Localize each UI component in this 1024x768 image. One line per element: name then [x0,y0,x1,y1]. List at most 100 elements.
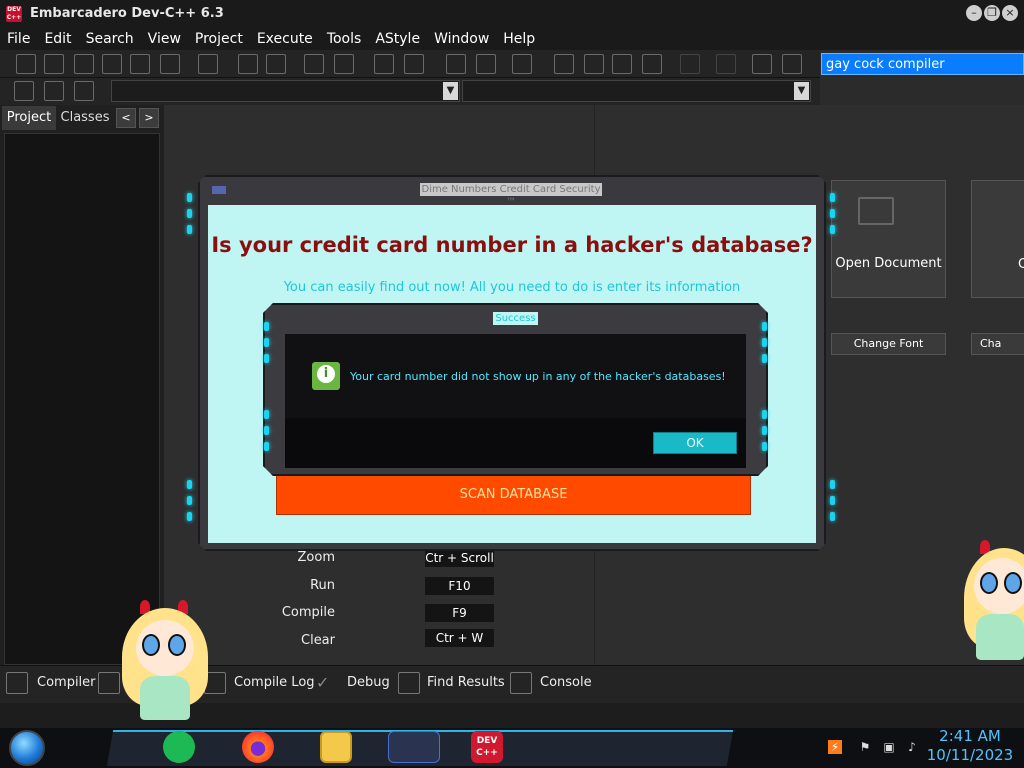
tab-find-results[interactable]: Find Results [427,675,505,690]
file-explorer-icon[interactable] [320,731,352,763]
shortcut-label-compile: Compile [281,605,335,620]
tab-classes[interactable]: Classes [57,106,113,130]
debug-check-icon: ✓ [316,673,330,692]
spotify-icon[interactable] [163,731,195,763]
menu-file[interactable]: File [0,31,37,47]
cartoon-character-right [960,538,1024,663]
menu-execute[interactable]: Execute [250,31,320,47]
close-file-icon[interactable] [130,54,150,74]
info-icon-glyph: i [317,365,335,383]
compiler-icon [6,672,28,694]
start-button-icon[interactable] [9,730,45,766]
find-results-icon [398,672,420,694]
window-title: Embarcadero Dev-C++ 6.3 [30,6,224,21]
print-icon[interactable] [198,54,218,74]
success-dialog-title: Success [493,312,538,325]
shortcut-label-zoom: Zoom [297,550,335,565]
menu-tools[interactable]: Tools [320,31,369,47]
chart-icon[interactable] [752,54,772,74]
tab-compile-log[interactable]: Compile Log [234,675,315,690]
outer-dialog-title: Dime Numbers Credit Card Security ™ [420,183,602,208]
project-tree[interactable] [4,133,160,665]
flag-icon[interactable]: ⚑ [858,740,872,754]
tab-prev-button[interactable]: < [116,108,136,128]
second-tile-label: C [1018,257,1024,272]
console-icon [510,672,532,694]
class-combo[interactable]: ▼ [111,80,460,102]
devcpp-taskbar-icon[interactable]: DEV C++ [471,731,503,763]
menu-help[interactable]: Help [496,31,542,47]
tab-console[interactable]: Console [540,675,592,690]
check-icon[interactable] [680,54,700,74]
menu-project[interactable]: Project [188,31,250,47]
open-document-label: Open Document [835,256,942,271]
search-input[interactable] [821,53,1024,75]
volume-icon[interactable]: ♪ [905,740,919,754]
tab-compiler[interactable]: Compiler [37,675,96,690]
shortcut-key-zoom: Ctr + Scroll [425,549,494,567]
clock-date[interactable]: 10/11/2023 [925,746,1015,764]
grid-icon[interactable] [554,54,574,74]
shortcut-key-run: F10 [425,577,494,595]
undo-icon[interactable] [374,54,394,74]
minimize-icon[interactable]: – [966,5,982,21]
menu-view[interactable]: View [141,31,188,47]
comment-icon[interactable] [512,54,532,74]
update-icon[interactable]: ⚡ [828,740,842,754]
indent-icon[interactable] [304,54,324,74]
unindent-icon[interactable] [334,54,354,74]
shortcut-label-run: Run [310,578,335,593]
window-icon[interactable] [584,54,604,74]
layout-icon[interactable] [612,54,632,74]
redo-icon[interactable] [404,54,424,74]
goto-icon[interactable] [446,54,466,74]
devcpp-app-icon: DEV C++ [6,5,22,22]
second-small-button[interactable]: Cha [971,333,1024,355]
close-all-icon[interactable] [160,54,180,74]
stop-icon[interactable] [716,54,736,74]
tiles-icon[interactable] [642,54,662,74]
close-icon[interactable]: × [1002,5,1018,21]
project-icon[interactable] [14,81,34,101]
scan-database-button[interactable]: SCAN DATABASE [276,472,751,515]
menu-window[interactable]: Window [427,31,496,47]
bookmark-toggle-icon[interactable] [44,81,64,101]
bookmarks-list-icon[interactable] [74,81,94,101]
dialog-app-icon [212,186,226,194]
folder-icon [858,197,894,225]
dialog-headline: Is your credit card number in a hacker's… [211,233,813,257]
menu-astyle[interactable]: AStyle [368,31,427,47]
dialog-subtext: You can easily find out now! All you nee… [283,280,741,295]
save-icon[interactable] [74,54,94,74]
member-combo[interactable]: ▼ [462,80,811,102]
menu-edit[interactable]: Edit [37,31,78,47]
tab-next-button[interactable]: > [139,108,159,128]
cartoon-character-left [110,598,220,723]
new-file-icon[interactable] [16,54,36,74]
replace-icon[interactable] [266,54,286,74]
active-window-icon[interactable] [388,731,440,763]
network-icon[interactable]: ▣ [882,740,896,754]
shortcut-key-compile: F9 [425,604,494,622]
second-tile[interactable]: C [971,180,1024,298]
find-icon[interactable] [238,54,258,74]
tab-debug[interactable]: Debug [347,675,390,690]
chevron-down-icon[interactable]: ▼ [794,82,809,100]
chevron-down-icon[interactable]: ▼ [443,82,458,100]
shortcut-label-clear: Clear [301,633,335,648]
menu-bar: File Edit Search View Project Execute To… [0,27,1024,50]
menu-search[interactable]: Search [79,31,141,47]
bookmark-icon[interactable] [476,54,496,74]
restore-icon[interactable]: ❐ [984,5,1000,21]
save-all-icon[interactable] [102,54,122,74]
shortcut-key-clear: Ctr + W [425,629,494,647]
firefox-icon[interactable] [242,731,274,763]
delete-icon[interactable] [782,54,802,74]
clock-time[interactable]: 2:41 AM [925,727,1015,745]
success-message: Your card number did not show up in any … [350,370,726,383]
tab-project[interactable]: Project [2,106,56,130]
change-font-button[interactable]: Change Font [831,333,946,355]
open-folder-icon[interactable] [44,54,64,74]
main-toolbar [0,50,820,78]
ok-button[interactable]: OK [653,432,737,454]
